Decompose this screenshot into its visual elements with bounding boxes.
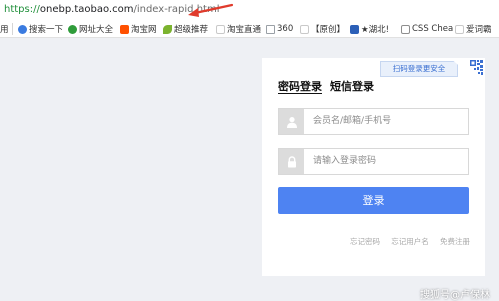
page-icon — [300, 24, 309, 34]
bookmark-apps[interactable]: 用 — [0, 20, 9, 38]
url-scheme: https:// — [4, 4, 40, 15]
page-icon — [216, 24, 225, 34]
username-field[interactable]: 会员名/邮箱/手机号 — [278, 108, 469, 135]
bookmark-original[interactable]: 【原创】 — [300, 20, 345, 38]
bookmark-label: 【原创】 — [311, 25, 346, 35]
taobao-icon — [120, 24, 129, 34]
bookmark-label: 网址大全 — [79, 25, 114, 35]
divider — [12, 23, 13, 35]
login-button[interactable]: 登录 — [278, 187, 469, 214]
address-bar[interactable]: https://onebp.taobao.com/index-rapid.htm… — [0, 0, 499, 20]
bookmark-label: 淘宝直通 — [227, 25, 262, 35]
login-card: 扫码登录更安全 密码登录 短信登录 会员名/邮箱/手机号 请输入登录密码 登录 … — [262, 58, 485, 276]
search-engine-icon — [18, 24, 27, 34]
bookmark-taobao-direct[interactable]: 淘宝直通 — [216, 20, 261, 38]
forgot-username-link[interactable]: 忘记用户名 — [391, 236, 429, 247]
password-field[interactable]: 请输入登录密码 — [278, 148, 469, 175]
bookmark-label: 用 — [0, 25, 9, 35]
password-placeholder: 请输入登录密码 — [313, 156, 377, 166]
bookmark-label: 360 — [277, 24, 294, 34]
site-nav-icon — [68, 24, 77, 34]
qr-code-icon[interactable] — [450, 58, 485, 88]
folder-icon — [266, 24, 275, 34]
bookmark-label: 爱词霸 — [466, 25, 492, 35]
bookmarks-bar: 用 搜索一下 网址大全 淘宝网 超级推荐 淘宝直通 360 【原创】 ★湖北! … — [0, 20, 499, 38]
bookmark-label: 搜索一下 — [29, 25, 64, 35]
bookmark-label: CSS Chea — [412, 24, 454, 34]
user-icon — [279, 109, 304, 134]
lock-icon — [279, 149, 304, 174]
bookmark-site-nav[interactable]: 网址大全 — [68, 20, 113, 38]
bookmark-super-recommend[interactable]: 超级推荐 — [163, 20, 208, 38]
hubei-icon — [350, 24, 359, 34]
bookmark-search[interactable]: 搜索一下 — [18, 20, 63, 38]
login-tabs: 密码登录 短信登录 — [278, 78, 382, 94]
bookmark-iciba[interactable]: 爱词霸 — [455, 20, 492, 38]
tab-sms-login[interactable]: 短信登录 — [330, 78, 374, 94]
red-arrow-annotation — [188, 3, 234, 17]
bookmark-label: 超级推荐 — [174, 25, 209, 35]
bookmark-label: ★湖北! — [361, 25, 390, 35]
watermark-text: 搜狐号@卢保林 — [420, 290, 490, 301]
css-icon — [401, 24, 410, 34]
leaf-icon — [163, 24, 172, 34]
bookmark-css-cheat[interactable]: CSS Chea — [401, 20, 453, 38]
url-host: onebp.taobao.com — [39, 4, 134, 15]
tab-password-login[interactable]: 密码登录 — [278, 78, 322, 94]
help-links: 忘记密码 忘记用户名 免费注册 — [350, 236, 470, 247]
page-icon — [455, 24, 464, 34]
forgot-password-link[interactable]: 忘记密码 — [350, 236, 380, 247]
bookmark-label: 淘宝网 — [131, 25, 157, 35]
username-placeholder: 会员名/邮箱/手机号 — [313, 116, 392, 126]
register-link[interactable]: 免费注册 — [440, 236, 470, 247]
bookmark-taobao[interactable]: 淘宝网 — [120, 20, 157, 38]
bookmark-hubei[interactable]: ★湖北! — [350, 20, 389, 38]
qr-login-tip[interactable]: 扫码登录更安全 — [380, 61, 458, 77]
bookmark-360[interactable]: 360 — [266, 20, 293, 38]
